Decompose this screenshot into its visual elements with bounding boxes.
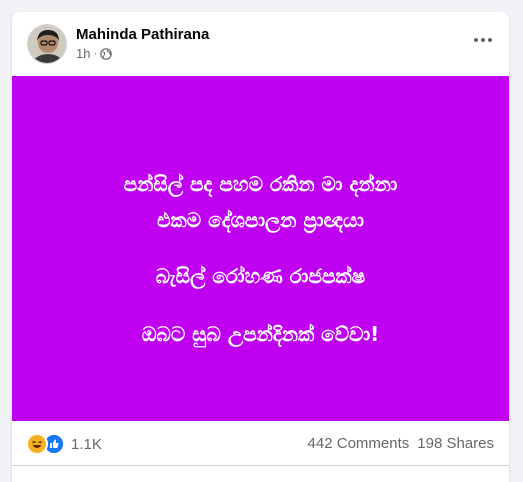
post-footer: 1.1K 442 Comments 198 Shares <box>12 421 509 466</box>
reaction-summary[interactable]: 1.1K <box>26 433 102 455</box>
post-card: Mahinda Pathirana 1h · පන්සිල් පද පහම රක… <box>12 12 509 482</box>
post-header: Mahinda Pathirana 1h · <box>12 12 509 76</box>
post-timestamp[interactable]: 1h <box>76 46 90 61</box>
post-image[interactable]: පන්සිල් පද පහම රකින මා දන්නා එකම දේශපාලන… <box>12 76 509 421</box>
image-text-line-1: පන්සිල් පද පහම රකින මා දන්නා <box>123 172 398 196</box>
shares-count[interactable]: 198 Shares <box>417 435 494 452</box>
reaction-count: 1.1K <box>71 435 102 453</box>
comments-count[interactable]: 442 Comments <box>308 435 410 452</box>
image-text-line-2: එකම දේශපාලන ප්‍රාඥයා <box>157 208 364 232</box>
more-options-icon[interactable] <box>467 28 499 52</box>
globe-icon[interactable] <box>100 47 112 60</box>
author-name[interactable]: Mahinda Pathirana <box>76 26 209 43</box>
meta-separator: · <box>93 47 98 60</box>
post-meta: 1h · <box>76 46 112 61</box>
image-text-line-4: ඔබට සුබ උපන්දිනක් වේවා! <box>141 322 380 346</box>
avatar[interactable] <box>27 24 67 64</box>
post-stats: 442 Comments 198 Shares <box>308 435 494 452</box>
image-text-line-3: බැසිල් රෝහණ රාජපක්ෂ <box>155 264 366 288</box>
haha-reaction-icon <box>26 433 48 455</box>
